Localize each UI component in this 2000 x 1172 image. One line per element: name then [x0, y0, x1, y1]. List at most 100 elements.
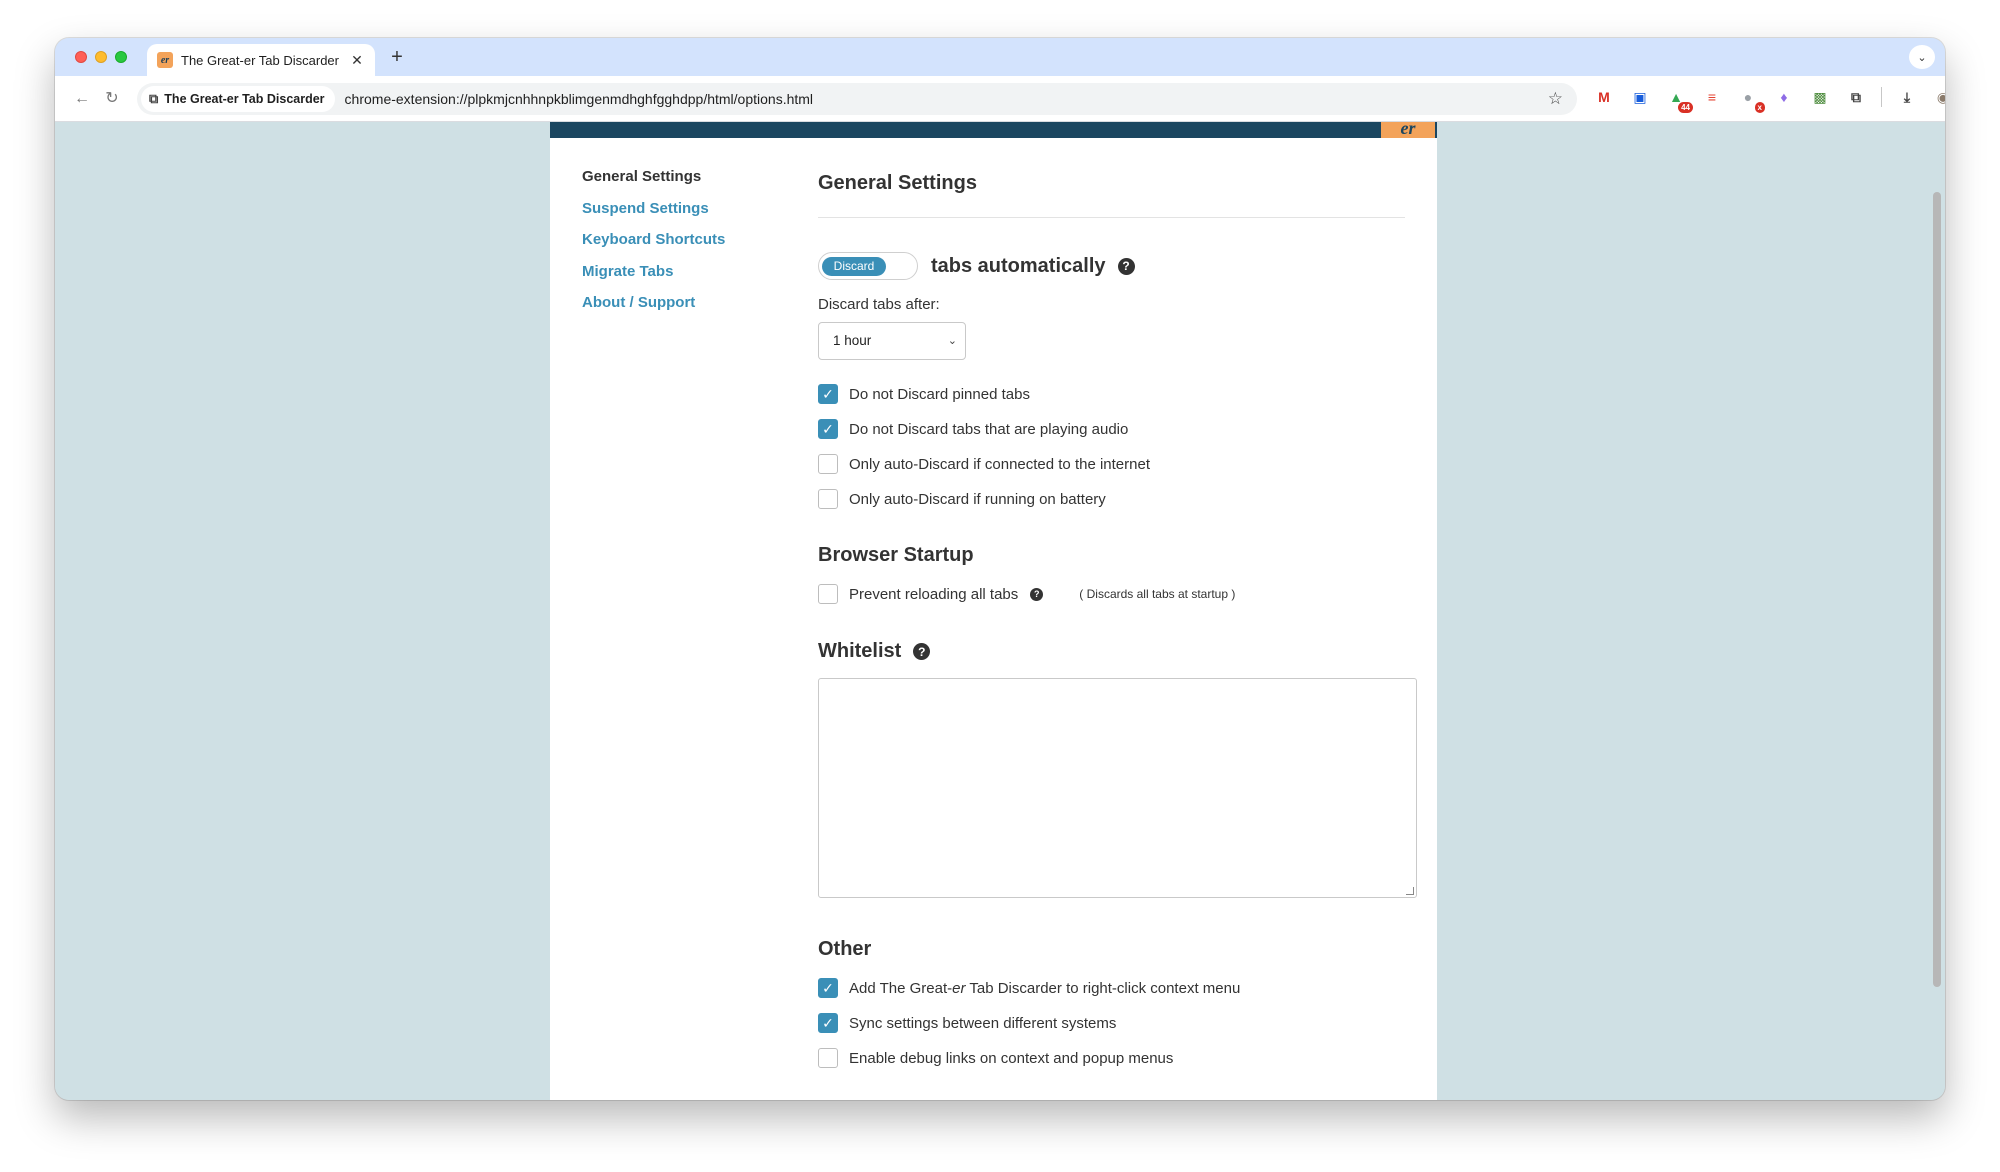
gmail-icon-glyph: M: [1598, 89, 1610, 105]
option-context-menu[interactable]: ✓ Add The Great-er Tab Discarder to righ…: [818, 978, 1240, 998]
label-part: Add The Great-: [849, 979, 953, 997]
option-prevent-reload[interactable]: Prevent reloading all tabs ? ( Discards …: [818, 584, 1235, 604]
extension-icons: M▣▲44≡●x♦▩⧉⤓◉⋮: [1593, 86, 1945, 113]
site-info-chip[interactable]: ⧉ The Great-er Tab Discarder: [141, 86, 335, 112]
sidebar-item-keyboard-shortcuts[interactable]: Keyboard Shortcuts: [582, 231, 725, 248]
checkbox-context-menu[interactable]: ✓: [818, 978, 838, 998]
bitwarden-icon-glyph: ▣: [1633, 88, 1647, 105]
option-label: Do not Discard pinned tabs: [849, 385, 1030, 403]
sidebar-item-migrate-tabs[interactable]: Migrate Tabs: [582, 263, 725, 280]
download-icon[interactable]: ⤓: [1896, 86, 1918, 108]
url-text[interactable]: chrome-extension://plpkmjcnhhnpkblimgenm…: [345, 91, 813, 107]
site-chip-label: The Great-er Tab Discarder: [164, 92, 325, 106]
checkbox-internet-only[interactable]: [818, 454, 838, 474]
checkbox-sync-settings[interactable]: ✓: [818, 1013, 838, 1033]
new-tab-button[interactable]: +: [385, 46, 409, 69]
option-sync-settings[interactable]: ✓ Sync settings between different system…: [818, 1013, 1116, 1033]
option-debug-links[interactable]: Enable debug links on context and popup …: [818, 1048, 1173, 1068]
browser-tab[interactable]: er The Great-er Tab Discarder | ✕: [147, 44, 375, 76]
sidebar-item-about-support[interactable]: About / Support: [582, 294, 725, 311]
address-bar[interactable]: ⧉ The Great-er Tab Discarder chrome-exte…: [137, 83, 1577, 115]
browser-window: er The Great-er Tab Discarder | ✕ + ⌄ ← …: [55, 38, 1945, 1100]
checkbox-playing-audio[interactable]: ✓: [818, 419, 838, 439]
window-controls: [75, 51, 127, 63]
option-label: Only auto-Discard if connected to the in…: [849, 455, 1150, 473]
close-tab-icon[interactable]: ✕: [349, 52, 365, 69]
option-label: Enable debug links on context and popup …: [849, 1049, 1174, 1067]
tab-strip: er The Great-er Tab Discarder | ✕ + ⌄: [55, 38, 1945, 76]
browser-toolbar: ← ↻ ⧉ The Great-er Tab Discarder chrome-…: [55, 76, 1945, 122]
sidebar-item-general-settings[interactable]: General Settings: [582, 168, 725, 185]
bitwarden-icon[interactable]: ▣: [1629, 86, 1651, 108]
label-part-em: er: [952, 979, 966, 997]
maximize-window-button[interactable]: [115, 51, 127, 63]
whitelist-textarea[interactable]: [818, 678, 1417, 898]
tab-title: The Great-er Tab Discarder |: [181, 52, 341, 68]
puzzle-icon[interactable]: ⧉: [1845, 86, 1867, 108]
extension-badge: 44: [1678, 102, 1693, 113]
header-banner: er: [550, 122, 1437, 138]
todoist-icon[interactable]: ≡: [1701, 86, 1723, 108]
page-scrollbar[interactable]: [1933, 192, 1941, 987]
close-window-button[interactable]: [75, 51, 87, 63]
section-title: Browser Startup: [818, 544, 974, 566]
flask-icon-glyph: ♦: [1780, 89, 1788, 105]
checkbox-debug-links[interactable]: [818, 1048, 838, 1068]
extension-puzzle-icon: ⧉: [149, 91, 159, 106]
options-panel: er General Settings Suspend Settings Key…: [550, 122, 1437, 1100]
tab-search-chevron-icon[interactable]: ⌄: [1909, 45, 1935, 69]
bookmark-star-icon[interactable]: ☆: [1548, 89, 1563, 109]
help-icon[interactable]: ?: [1030, 587, 1044, 601]
todoist-icon-glyph: ≡: [1707, 89, 1717, 105]
option-label: Only auto-Discard if running on battery: [849, 490, 1106, 508]
auto-discard-row: Discard tabs automatically ?: [818, 252, 1135, 280]
privacy-icon[interactable]: ● x: [1737, 86, 1765, 113]
section-title: Whitelist: [818, 640, 902, 662]
toolbar-separator: [1881, 87, 1882, 107]
help-icon[interactable]: ?: [913, 643, 931, 660]
browser-startup-heading: Browser Startup: [818, 544, 974, 567]
minimize-window-button[interactable]: [95, 51, 107, 63]
toggle-label: Discard: [822, 257, 886, 276]
section-title: Other: [818, 938, 872, 960]
puzzle-icon-glyph: ⧉: [1851, 88, 1861, 105]
gmail-icon[interactable]: M: [1593, 86, 1615, 108]
option-label: Add The Great-er Tab Discarder to right-…: [849, 980, 1240, 997]
page-title: General Settings: [818, 172, 977, 194]
option-playing-audio[interactable]: ✓ Do not Discard tabs that are playing a…: [818, 419, 1128, 439]
label-part: Tab Discarder to right-click context men…: [965, 979, 1241, 997]
tab-favicon-icon: er: [157, 52, 173, 68]
checkbox-battery-only[interactable]: [818, 489, 838, 509]
auto-discard-toggle[interactable]: Discard: [818, 252, 918, 280]
option-pinned-tabs[interactable]: ✓ Do not Discard pinned tabs: [818, 384, 1030, 404]
chevron-down-icon: ⌄: [947, 335, 957, 347]
profile-avatar-icon[interactable]: ◉: [1932, 86, 1945, 108]
option-label: Sync settings between different systems: [849, 1014, 1117, 1032]
screenshot-icon[interactable]: ▩: [1809, 86, 1831, 108]
checkbox-pinned-tabs[interactable]: ✓: [818, 384, 838, 404]
discard-after-label: Discard tabs after:: [818, 296, 940, 313]
option-label: Prevent reloading all tabs: [849, 585, 1019, 603]
sidebar-item-suspend-settings[interactable]: Suspend Settings: [582, 200, 725, 217]
help-icon[interactable]: ?: [1117, 257, 1135, 275]
resize-handle[interactable]: [1406, 887, 1414, 895]
option-battery-only[interactable]: Only auto-Discard if running on battery: [818, 489, 1106, 509]
option-internet-only[interactable]: Only auto-Discard if connected to the in…: [818, 454, 1150, 474]
checkbox-prevent-reload[interactable]: [818, 584, 838, 604]
screenshot-icon-glyph: ▩: [1813, 88, 1827, 105]
back-arrow-icon[interactable]: ←: [71, 88, 93, 110]
extension-badge: x: [1754, 102, 1765, 113]
discard-after-value: 1 hour: [833, 333, 872, 348]
privacy-icon-glyph: ●: [1743, 89, 1753, 105]
discard-after-select[interactable]: 1 hour ⌄: [818, 322, 966, 360]
reload-icon[interactable]: ↻: [101, 88, 123, 110]
logo-icon: er: [1381, 122, 1435, 138]
other-heading: Other: [818, 938, 871, 961]
option-label: Do not Discard tabs that are playing aud…: [849, 420, 1129, 438]
startup-note: ( Discards all tabs at startup ): [1079, 587, 1236, 601]
stock-icon[interactable]: ▲ 44: [1665, 86, 1693, 113]
title-divider: [818, 217, 1405, 218]
toggle-text: tabs automatically: [931, 254, 1106, 277]
flask-icon[interactable]: ♦: [1773, 86, 1795, 108]
page-viewport: er General Settings Suspend Settings Key…: [55, 122, 1945, 1100]
